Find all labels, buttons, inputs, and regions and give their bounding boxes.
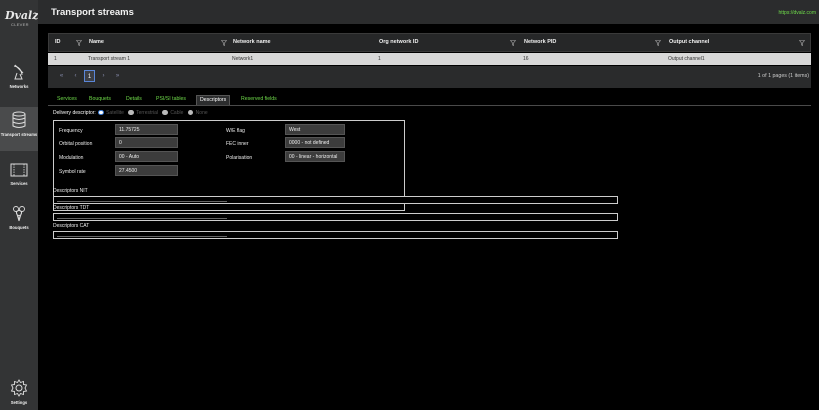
we-flag-select[interactable]: West: [285, 124, 345, 135]
radio-satellite[interactable]: [98, 109, 104, 115]
option-none-label[interactable]: None: [196, 110, 208, 116]
delivery-descriptor-label: Delivery descriptor:: [53, 110, 96, 117]
page-title: Transport streams: [51, 7, 134, 18]
top-header: Transport streams https://dvalz.com: [38, 0, 819, 24]
satellite-dish-icon: [13, 64, 24, 80]
page-1-button[interactable]: 1: [84, 70, 95, 82]
symbol-rate-field[interactable]: 27.4500: [115, 165, 178, 176]
radio-none[interactable]: [187, 109, 194, 115]
cell-name: Transport stream 1: [88, 56, 131, 62]
sidebar-item-settings[interactable]: Settings: [0, 378, 38, 410]
column-header-id[interactable]: ID: [55, 34, 61, 51]
sidebar-item-label: Services: [10, 181, 28, 186]
film-icon: [10, 163, 28, 177]
tab-reserved-fields[interactable]: Reserved fields: [238, 95, 280, 105]
polarisation-label: Polarisation: [226, 155, 253, 161]
logo-sub: CLEVER: [11, 22, 29, 27]
sidebar-item-label: Settings: [10, 400, 28, 405]
prev-page-button[interactable]: ‹: [70, 70, 81, 82]
sidebar-item-bouquets[interactable]: Bouquets: [0, 202, 38, 236]
flower-icon: [13, 206, 25, 222]
grid-header: ID Name Network name Org network ID Netw…: [48, 33, 811, 52]
descriptors-nit-label: Descriptors NIT: [53, 188, 88, 194]
tab-details[interactable]: Details: [123, 95, 145, 105]
pager-info: 1 of 1 pages (1 items): [757, 73, 809, 79]
filter-icon[interactable]: [799, 40, 805, 46]
cell-org-network-id: 1: [378, 56, 381, 62]
symbol-rate-label: Symbol rate: [59, 169, 86, 175]
website-link[interactable]: https://dvalz.com: [778, 10, 816, 16]
column-header-name[interactable]: Name: [89, 34, 104, 51]
filter-icon[interactable]: [655, 40, 661, 46]
column-header-org-network-id[interactable]: Org network ID: [379, 34, 418, 51]
last-page-button[interactable]: »: [112, 70, 123, 82]
filter-icon[interactable]: [510, 40, 516, 46]
frequency-label: Frequency: [59, 128, 83, 134]
radio-terrestrial[interactable]: [128, 109, 134, 115]
field-underline: [57, 236, 227, 237]
delivery-descriptor-row: Delivery descriptor: Satellite Terrestri…: [53, 109, 210, 119]
sidebar-item-label: Bouquets: [9, 225, 29, 230]
frequency-field[interactable]: 11.75725: [115, 124, 178, 135]
table-row[interactable]: 1 Transport stream 1 Network1 1 16 Outpu…: [48, 53, 811, 65]
modulation-label: Modulation: [59, 155, 84, 161]
gear-icon: [10, 379, 28, 397]
descriptors-tdt-label: Descriptors TDT: [53, 205, 90, 211]
sidebar: Dvalz CLEVER Networks Transport streams …: [0, 0, 38, 410]
column-header-network-name[interactable]: Network name: [233, 34, 271, 51]
filter-icon[interactable]: [221, 40, 227, 46]
database-icon: [12, 111, 26, 128]
tab-descriptors[interactable]: Descriptors: [196, 95, 231, 105]
app-logo[interactable]: Dvalz CLEVER: [3, 6, 39, 32]
fec-inner-select[interactable]: 0000 - not defined: [285, 137, 345, 148]
sidebar-item-label: Transport streams: [0, 132, 38, 137]
pager: « ‹ 1 › » 1 of 1 pages (1 items): [48, 66, 811, 88]
cell-network-pid: 16: [523, 56, 529, 62]
next-page-button[interactable]: ›: [98, 70, 109, 82]
field-underline: [57, 218, 227, 219]
option-satellite-label[interactable]: Satellite: [106, 110, 124, 116]
descriptors-tdt-field[interactable]: [53, 213, 618, 221]
field-underline: [57, 201, 227, 202]
sidebar-item-networks[interactable]: Networks: [0, 60, 38, 98]
cell-network-name: Network1: [232, 56, 254, 62]
tab-psi-si-tables[interactable]: PSI/SI tables: [153, 95, 189, 105]
tab-services[interactable]: Services: [54, 95, 80, 105]
descriptors-cat-field[interactable]: [53, 231, 618, 239]
tab-bouquets[interactable]: Bouquets: [86, 95, 114, 105]
sidebar-item-transport-streams[interactable]: Transport streams: [0, 107, 38, 151]
option-cable-label[interactable]: Cable: [170, 110, 183, 116]
cell-id: 1: [54, 56, 57, 62]
main-panel: ID Name Network name Org network ID Netw…: [48, 33, 811, 410]
we-flag-label: W/E flag: [226, 128, 245, 134]
descriptors-cat-label: Descriptors CAT: [53, 223, 90, 229]
fec-inner-label: FEC inner: [226, 141, 249, 147]
filter-icon[interactable]: [76, 40, 82, 46]
column-header-output-channel[interactable]: Output channel: [669, 34, 709, 51]
column-header-network-pid[interactable]: Network PID: [524, 34, 556, 51]
tab-bar: Services Bouquets Details PSI/SI tables …: [48, 93, 811, 106]
orbital-position-field[interactable]: 0: [115, 137, 178, 148]
sidebar-item-label: Networks: [9, 84, 29, 89]
orbital-position-label: Orbital position: [59, 141, 93, 147]
polarisation-select[interactable]: 00 - linear - horizontal: [285, 151, 345, 162]
logo-main: Dvalz: [5, 9, 39, 22]
option-terrestrial-label[interactable]: Terrestrial: [136, 110, 158, 116]
first-page-button[interactable]: «: [56, 70, 67, 82]
modulation-select[interactable]: 00 - Auto: [115, 151, 178, 162]
descriptors-nit-field[interactable]: [53, 196, 618, 204]
radio-cable[interactable]: [162, 109, 168, 115]
cell-output-channel: Output channel1: [668, 56, 705, 62]
sidebar-item-services[interactable]: Services: [0, 160, 38, 194]
